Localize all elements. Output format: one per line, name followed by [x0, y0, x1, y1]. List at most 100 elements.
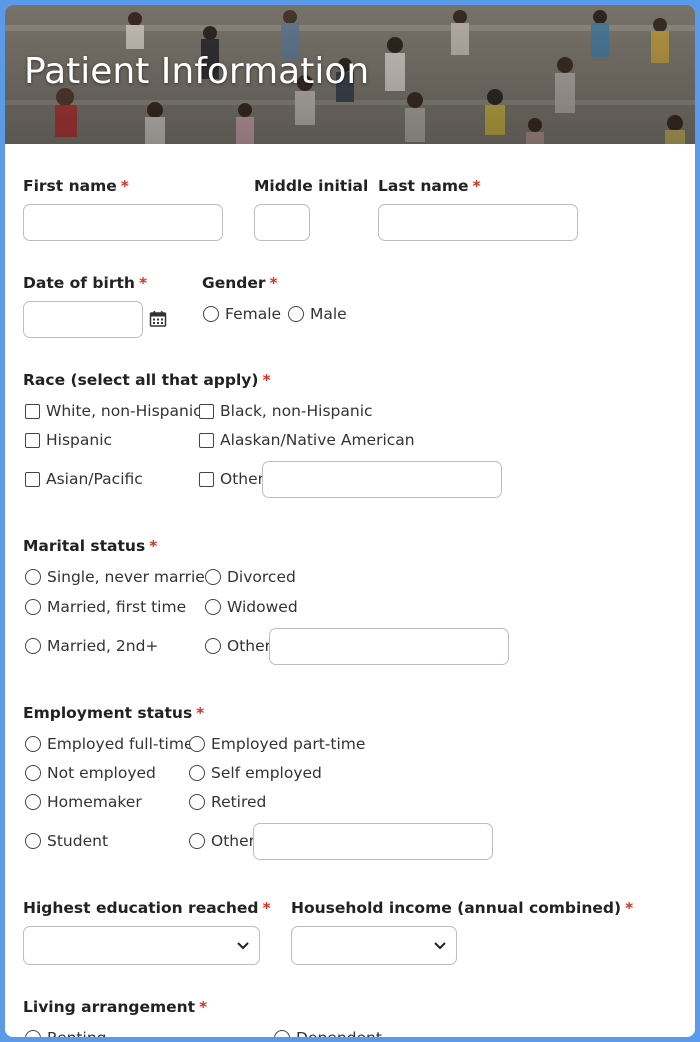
race-option-hispanic[interactable]: Hispanic: [25, 431, 112, 449]
employment-option-student[interactable]: Student: [25, 832, 108, 850]
race-option-other[interactable]: Other: [199, 470, 264, 488]
checkbox[interactable]: [199, 471, 214, 487]
header-banner: Patient Information: [5, 5, 695, 144]
radio-button[interactable]: [189, 833, 205, 849]
last-name-input[interactable]: [378, 204, 578, 241]
marital-option-married-second[interactable]: Married, 2nd+: [25, 637, 158, 655]
marital-label: Marital status *: [23, 537, 157, 555]
chevron-down-icon: [237, 942, 249, 950]
first-name-label-text: First name: [23, 177, 117, 195]
option-label: Other: [211, 832, 256, 850]
option-label: Other: [220, 470, 265, 488]
marital-option-single[interactable]: Single, never married: [25, 568, 215, 586]
radio-button[interactable]: [288, 306, 304, 322]
living-label: Living arrangement *: [23, 998, 207, 1016]
required-asterisk: *: [120, 177, 129, 195]
employment-label: Employment status *: [23, 704, 204, 722]
option-label: Married, first time: [47, 598, 187, 616]
radio-button[interactable]: [25, 1030, 41, 1037]
required-asterisk: *: [625, 899, 634, 917]
marital-option-divorced[interactable]: Divorced: [205, 568, 296, 586]
race-option-white[interactable]: White, non-Hispanic: [25, 402, 202, 420]
radio-button[interactable]: [25, 736, 41, 752]
employment-option-not-employed[interactable]: Not employed: [25, 764, 156, 782]
checkbox[interactable]: [25, 471, 40, 487]
page-title: Patient Information: [24, 51, 370, 92]
radio-button[interactable]: [25, 569, 41, 585]
radio-button[interactable]: [189, 794, 205, 810]
marital-other-input[interactable]: [269, 628, 509, 665]
employment-label-text: Employment status: [23, 704, 193, 722]
radio-button[interactable]: [203, 306, 219, 322]
race-option-native[interactable]: Alaskan/Native American: [199, 431, 415, 449]
option-label: Asian/Pacific: [46, 470, 143, 488]
option-label: Married, 2nd+: [47, 637, 159, 655]
required-asterisk: *: [149, 537, 158, 555]
option-label: Homemaker: [47, 793, 142, 811]
radio-button[interactable]: [25, 765, 41, 781]
option-label: Widowed: [227, 598, 298, 616]
race-other-input[interactable]: [262, 461, 502, 498]
marital-option-widowed[interactable]: Widowed: [205, 598, 298, 616]
race-option-asian[interactable]: Asian/Pacific: [25, 470, 143, 488]
gender-option-male[interactable]: Male: [288, 305, 347, 323]
dob-label: Date of birth *: [23, 274, 147, 292]
gender-label-text: Gender: [202, 274, 266, 292]
required-asterisk: *: [262, 371, 271, 389]
marital-option-other[interactable]: Other: [205, 637, 271, 655]
checkbox[interactable]: [199, 432, 214, 448]
living-option-renting[interactable]: Renting: [25, 1029, 106, 1037]
living-option-dependent[interactable]: Dependent: [274, 1029, 382, 1037]
employment-other-input[interactable]: [253, 823, 493, 860]
chevron-down-icon: [434, 942, 446, 950]
last-name-label-text: Last name: [378, 177, 469, 195]
education-select[interactable]: [23, 926, 260, 965]
income-select[interactable]: [291, 926, 457, 965]
required-asterisk: *: [472, 177, 481, 195]
marital-option-married-first[interactable]: Married, first time: [25, 598, 186, 616]
dob-label-text: Date of birth: [23, 274, 135, 292]
radio-button[interactable]: [205, 569, 221, 585]
option-label: White, non-Hispanic: [46, 402, 202, 420]
option-label: Dependent: [296, 1029, 382, 1037]
checkbox[interactable]: [199, 403, 214, 419]
race-label-text: Race (select all that apply): [23, 371, 259, 389]
race-label: Race (select all that apply) *: [23, 371, 271, 389]
radio-button[interactable]: [25, 599, 41, 615]
checkbox[interactable]: [25, 432, 40, 448]
option-label: Employed full-time: [47, 735, 194, 753]
education-label-text: Highest education reached: [23, 899, 259, 917]
employment-option-full-time[interactable]: Employed full-time: [25, 735, 194, 753]
required-asterisk: *: [138, 274, 148, 292]
radio-button[interactable]: [25, 833, 41, 849]
radio-button[interactable]: [189, 736, 205, 752]
living-label-text: Living arrangement: [23, 998, 196, 1016]
calendar-icon[interactable]: [149, 310, 167, 328]
radio-button[interactable]: [25, 794, 41, 810]
option-label: Not employed: [47, 764, 156, 782]
employment-option-part-time[interactable]: Employed part-time: [189, 735, 365, 753]
radio-button[interactable]: [205, 599, 221, 615]
employment-option-self-employed[interactable]: Self employed: [189, 764, 322, 782]
checkbox[interactable]: [25, 403, 40, 419]
dob-input[interactable]: [23, 301, 143, 338]
employment-option-retired[interactable]: Retired: [189, 793, 266, 811]
required-asterisk: *: [262, 899, 271, 917]
middle-initial-input[interactable]: [254, 204, 310, 241]
form-card: Patient Information First name * Middle i…: [5, 5, 695, 1037]
radio-button[interactable]: [205, 638, 221, 654]
first-name-input[interactable]: [23, 204, 223, 241]
first-name-label: First name *: [23, 177, 129, 195]
option-label: Self employed: [211, 764, 322, 782]
race-option-black[interactable]: Black, non-Hispanic: [199, 402, 373, 420]
radio-button[interactable]: [189, 765, 205, 781]
gender-option-female[interactable]: Female: [203, 305, 281, 323]
radio-button[interactable]: [274, 1030, 290, 1037]
option-label: Student: [47, 832, 109, 850]
employment-option-other[interactable]: Other: [189, 832, 255, 850]
option-label: Renting: [47, 1029, 106, 1037]
option-label: Divorced: [227, 568, 296, 586]
radio-button[interactable]: [25, 638, 41, 654]
option-label: Female: [225, 305, 282, 323]
employment-option-homemaker[interactable]: Homemaker: [25, 793, 142, 811]
